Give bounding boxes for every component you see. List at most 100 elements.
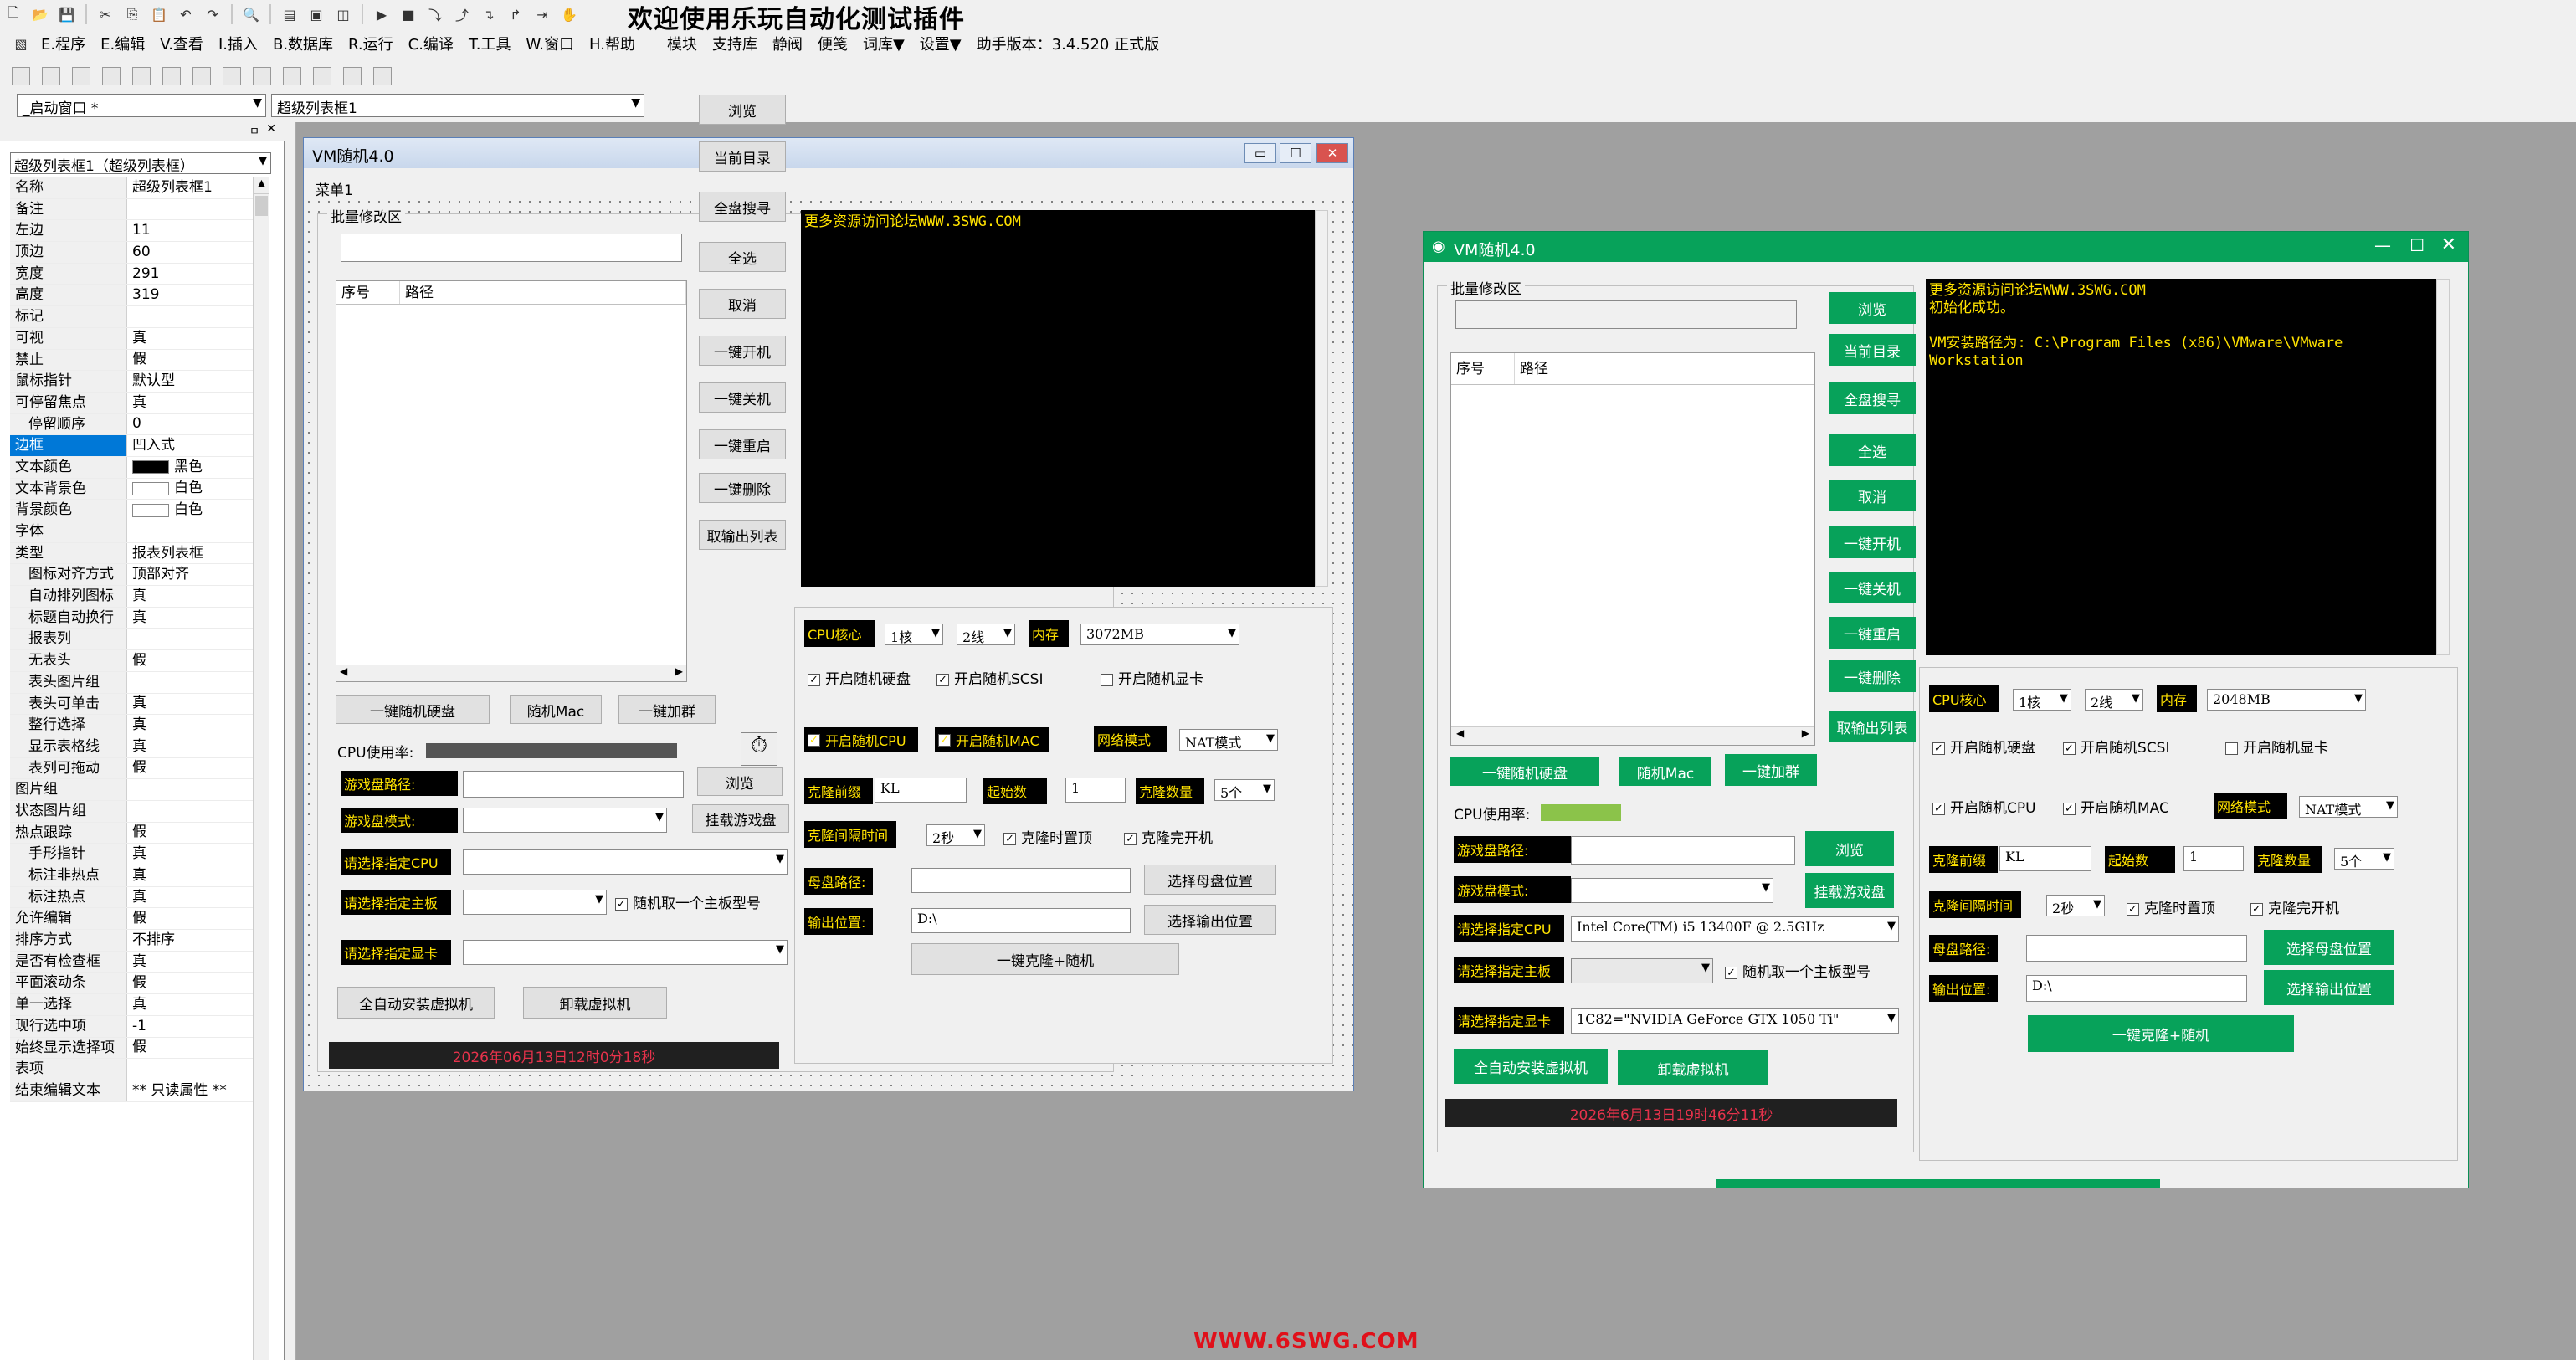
- path-listview[interactable]: 序号 路径 ◀ ▶: [336, 280, 687, 682]
- property-value[interactable]: ** 只读属性 **: [127, 1080, 253, 1101]
- property-value[interactable]: 真: [127, 328, 253, 349]
- clone-prefix-input[interactable]: KL: [1999, 846, 2091, 871]
- gpu-select[interactable]: 1C82="NVIDIA GeForce GTX 1050 Ti" ▼: [1571, 1008, 1899, 1034]
- property-value[interactable]: 假: [127, 823, 253, 844]
- property-value[interactable]: 超级列表框1: [127, 177, 253, 198]
- step-over-icon[interactable]: ⤴: [451, 3, 473, 25]
- col-index[interactable]: 序号: [336, 281, 400, 304]
- mother-disk-input[interactable]: [911, 868, 1131, 893]
- property-row[interactable]: 背景颜色 白色: [10, 500, 253, 521]
- minimize-button[interactable]: ▭: [1244, 143, 1276, 163]
- col-path[interactable]: 路径: [1515, 353, 1814, 384]
- property-row[interactable]: 是否有检查框真: [10, 951, 253, 973]
- clone-boot-checkbox[interactable]: ✓ 克隆完开机: [2250, 896, 2339, 917]
- power-on-button[interactable]: 一键开机: [699, 336, 786, 366]
- menu-item[interactable]: I.插入: [218, 33, 258, 54]
- pick-output-button[interactable]: 选择输出位置: [2264, 970, 2394, 1005]
- auto-install-vm-button[interactable]: 全自动安装虚拟机: [337, 987, 495, 1019]
- mother-disk-input[interactable]: [2026, 935, 2247, 962]
- menu-item[interactable]: H.帮助: [589, 33, 635, 54]
- uninstall-vm-button[interactable]: 卸载虚拟机: [523, 987, 667, 1019]
- random-scsi-checkbox[interactable]: ✓ 开启随机SCSI: [936, 667, 1043, 688]
- delete-button[interactable]: 一键删除: [1829, 660, 1916, 692]
- redo-icon[interactable]: ↷: [202, 3, 223, 25]
- align-bottom-icon[interactable]: [132, 67, 151, 85]
- fetch-output-list-button[interactable]: 取输出列表: [1829, 711, 1916, 742]
- property-value[interactable]: 不排序: [127, 930, 253, 951]
- order-icon[interactable]: [373, 67, 392, 85]
- menu-item[interactable]: R.运行: [348, 33, 393, 54]
- random-disk-checkbox[interactable]: ✓ 开启随机硬盘: [1932, 736, 2035, 757]
- network-mode-select[interactable]: NAT模式 ▼: [2299, 796, 2398, 818]
- clone-random-button[interactable]: 一键克隆+随机: [2028, 1015, 2294, 1052]
- same-size-icon[interactable]: [283, 67, 301, 85]
- board-select[interactable]: ▼: [463, 890, 607, 915]
- random-mac-checkbox[interactable]: ✓ 开启随机MAC: [2063, 796, 2169, 817]
- gpu-select[interactable]: ▼: [463, 940, 788, 965]
- property-row[interactable]: 鼠标指针 默认型: [10, 371, 253, 393]
- copy-icon[interactable]: ⎘: [121, 3, 143, 25]
- random-board-checkbox[interactable]: ✓ 随机取一个主板型号: [1725, 960, 1870, 981]
- cpu-select[interactable]: Intel Core(TM) i5 13400F @ 2.5GHz ▼: [1571, 916, 1899, 942]
- property-value[interactable]: [127, 199, 253, 220]
- menu-item[interactable]: C.编译: [408, 33, 454, 54]
- property-row[interactable]: 排序方式 不排序: [10, 930, 253, 952]
- cancel-button[interactable]: 取消: [1829, 480, 1916, 511]
- property-value[interactable]: 真: [127, 608, 253, 629]
- mount-game-disk-button[interactable]: 挂载游戏盘: [1805, 873, 1894, 908]
- clone-prefix-input[interactable]: KL: [875, 778, 967, 803]
- search-all-button[interactable]: 全盘搜寻: [699, 192, 786, 222]
- cpu-select[interactable]: ▼: [463, 849, 788, 875]
- property-value[interactable]: [127, 672, 253, 693]
- property-row[interactable]: 图片组: [10, 779, 253, 801]
- uninstall-vm-button[interactable]: 卸载虚拟机: [1618, 1050, 1768, 1085]
- property-row[interactable]: 表列可拖动假: [10, 757, 253, 780]
- list-hscroll[interactable]: ◀ ▶: [336, 665, 686, 681]
- property-row[interactable]: 整行选择真: [10, 715, 253, 736]
- clone-count-select[interactable]: 5个 ▼: [1214, 779, 1275, 801]
- property-row[interactable]: 字体: [10, 521, 253, 543]
- property-value[interactable]: [127, 779, 253, 800]
- path-listview[interactable]: 序号 路径 ◀ ▶: [1450, 352, 1815, 746]
- col-index[interactable]: 序号: [1451, 353, 1515, 384]
- restart-button[interactable]: 一键重启: [1829, 617, 1916, 649]
- property-row[interactable]: 结束编辑文本 ** 只读属性 **: [10, 1080, 253, 1102]
- threads-select[interactable]: 2线 ▼: [957, 624, 1015, 645]
- random-scsi-checkbox[interactable]: ✓ 开启随机SCSI: [2063, 736, 2169, 757]
- random-cpu-checkbox[interactable]: ✓ 开启随机CPU: [1932, 796, 2036, 817]
- menu-item[interactable]: 便笺: [818, 33, 848, 54]
- property-value[interactable]: 报表列表框: [127, 543, 253, 564]
- minimize-button[interactable]: —: [2374, 235, 2391, 255]
- property-row[interactable]: 现行选中项 -1: [10, 1015, 253, 1038]
- property-row[interactable]: 可停留焦点真: [10, 392, 253, 414]
- cut-icon[interactable]: ✂: [95, 3, 116, 25]
- property-value[interactable]: 凹入式: [127, 435, 253, 456]
- close-button[interactable]: ✕: [2441, 234, 2456, 255]
- power-on-button[interactable]: 一键开机: [1829, 526, 1916, 558]
- list-hscroll[interactable]: ◀ ▶: [1451, 726, 1814, 745]
- hand-icon[interactable]: ✋: [558, 3, 580, 25]
- menu-item[interactable]: B.数据库: [273, 33, 333, 54]
- window-select[interactable]: _启动窗口 * ▼: [17, 94, 266, 117]
- property-row[interactable]: 边框 凹入式: [10, 435, 253, 457]
- game-path-input[interactable]: [1571, 836, 1795, 865]
- random-board-checkbox[interactable]: ✓ 随机取一个主板型号: [615, 891, 761, 912]
- property-row[interactable]: 允许编辑假: [10, 908, 253, 931]
- step-icon[interactable]: ⤵: [424, 3, 446, 25]
- property-row[interactable]: 顶边 60: [10, 242, 253, 264]
- current-dir-button[interactable]: 当前目录: [699, 141, 786, 172]
- random-disk-button[interactable]: 一键随机硬盘: [1450, 757, 1599, 786]
- search-all-button[interactable]: 全盘搜寻: [1829, 382, 1916, 414]
- menu-item[interactable]: 支持库: [712, 33, 757, 54]
- property-value[interactable]: 顶部对齐: [127, 564, 253, 585]
- property-value[interactable]: 白色: [127, 500, 253, 521]
- random-gpu-checkbox[interactable]: 开启随机显卡: [2225, 736, 2328, 757]
- property-value[interactable]: 真: [127, 865, 253, 886]
- clone-count-select[interactable]: 5个 ▼: [2334, 848, 2394, 870]
- layout-icon[interactable]: ▤: [279, 3, 300, 25]
- property-row[interactable]: 单一选择真: [10, 994, 253, 1016]
- random-mac-button[interactable]: 随机Mac: [510, 695, 602, 724]
- scroll-up-icon[interactable]: ▲: [254, 177, 269, 194]
- property-value[interactable]: 真: [127, 952, 253, 973]
- space-v-icon[interactable]: [343, 67, 362, 85]
